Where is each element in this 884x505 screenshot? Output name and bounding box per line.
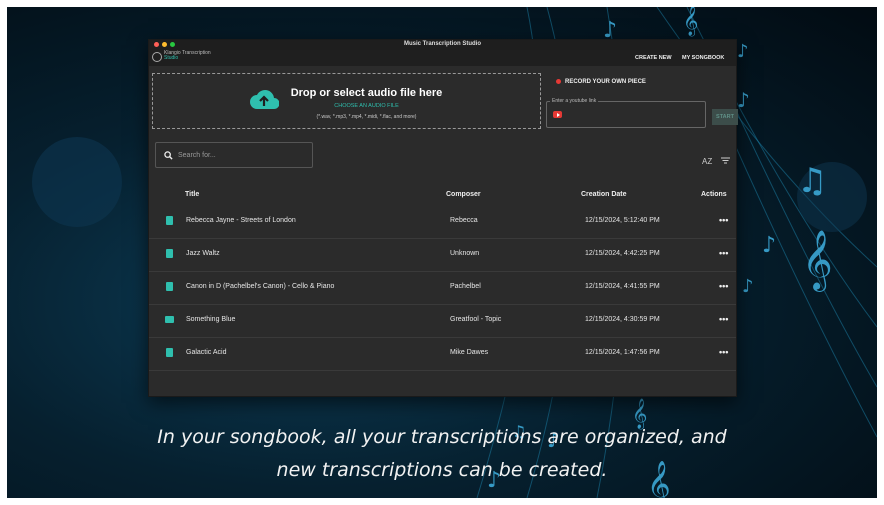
- row-composer: Rebecca: [450, 217, 478, 224]
- my-songbook-button[interactable]: MY SONGBOOK: [682, 55, 724, 61]
- app-window: Music Transcription Studio Klangio Trans…: [148, 39, 738, 397]
- row-date: 12/15/2024, 4:42:25 PM: [585, 250, 660, 257]
- table-row[interactable]: Something Blue Greatfool - Topic 12/15/2…: [149, 305, 736, 338]
- file-icon: [166, 348, 173, 357]
- svg-text:♫: ♫: [797, 161, 827, 201]
- search-icon: [164, 151, 173, 160]
- start-button[interactable]: START: [712, 109, 738, 125]
- brand-name: Klangio Transcription Studio: [164, 51, 211, 61]
- record-dot-icon: [556, 79, 561, 84]
- caption-line-1: In your songbook, all your transcription…: [157, 426, 727, 448]
- window-title: Music Transcription Studio: [403, 41, 481, 47]
- filter-icon[interactable]: [721, 157, 730, 164]
- background-frame: ♪ 𝄞 ♫ 𝄞 ♪ ♪ ♪ ♪ 𝄞 𝄞 ♪ ♫ ♪ Music Transcri…: [7, 7, 877, 498]
- row-composer: Pachelbel: [450, 283, 481, 290]
- row-title: Galactic Acid: [186, 349, 227, 356]
- file-icon: [166, 216, 173, 225]
- svg-text:♪: ♪: [737, 88, 750, 112]
- row-date: 12/15/2024, 1:47:56 PM: [585, 349, 660, 356]
- app-header: Klangio Transcription Studio CREATE NEW …: [149, 50, 736, 66]
- row-title: Jazz Waltz: [186, 250, 220, 257]
- file-icon: [166, 282, 173, 291]
- row-date: 12/15/2024, 4:30:59 PM: [585, 316, 660, 323]
- sort-az-icon[interactable]: AZ: [702, 157, 712, 166]
- svg-text:♪: ♪: [742, 276, 754, 297]
- dropzone-title: Drop or select audio file here: [290, 87, 443, 99]
- record-label: RECORD YOUR OWN PIECE: [565, 79, 646, 86]
- row-composer: Greatfool - Topic: [450, 316, 502, 323]
- row-actions-menu-button[interactable]: •••: [719, 314, 728, 324]
- row-actions-menu-button[interactable]: •••: [719, 281, 728, 291]
- logo-icon: [152, 52, 162, 62]
- row-actions-menu-button[interactable]: •••: [719, 215, 728, 225]
- svg-text:𝄞: 𝄞: [802, 230, 833, 292]
- audio-dropzone[interactable]: Drop or select audio file here CHOOSE AN…: [152, 73, 541, 129]
- header-creation-date[interactable]: Creation Date: [581, 191, 627, 198]
- svg-text:♪: ♪: [737, 41, 749, 62]
- row-date: 12/15/2024, 4:41:55 PM: [585, 283, 660, 290]
- header-actions: Actions: [701, 191, 727, 198]
- table-row[interactable]: Canon in D (Pachelbel's Canon) - Cello &…: [149, 272, 736, 305]
- row-title: Canon in D (Pachelbel's Canon) - Cello &…: [186, 283, 335, 290]
- table-row[interactable]: Galactic Acid Mike Dawes 12/15/2024, 1:4…: [149, 338, 736, 371]
- youtube-link-field[interactable]: Enter a youtube link: [546, 98, 706, 128]
- brand-line-2: Studio: [164, 55, 179, 61]
- row-date: 12/15/2024, 5:12:40 PM: [585, 217, 660, 224]
- file-icon: [166, 249, 173, 258]
- row-composer: Mike Dawes: [450, 349, 489, 356]
- svg-text:♪: ♪: [762, 233, 776, 258]
- table-row[interactable]: Rebecca Jayne - Streets of London Rebecc…: [149, 206, 736, 239]
- row-composer: Unknown: [450, 250, 480, 257]
- supported-formats-text: (*.wav, *.mp3, *.mp4, *.midi, *.flac, an…: [316, 114, 417, 120]
- search-input[interactable]: Search for...: [155, 142, 313, 168]
- row-actions-menu-button[interactable]: •••: [719, 248, 728, 258]
- choose-audio-file-link[interactable]: CHOOSE AN AUDIO FILE: [153, 103, 540, 109]
- table-header: Title Composer Creation Date Actions: [149, 191, 736, 203]
- svg-text:𝄞: 𝄞: [683, 7, 698, 37]
- table-row[interactable]: Jazz Waltz Unknown 12/15/2024, 4:42:25 P…: [149, 239, 736, 272]
- caption-line-2: new transcriptions can be created.: [276, 459, 608, 481]
- row-title: Something Blue: [186, 316, 236, 323]
- youtube-icon: [553, 111, 562, 118]
- row-title: Rebecca Jayne - Streets of London: [186, 217, 296, 224]
- header-composer[interactable]: Composer: [446, 191, 481, 198]
- header-title[interactable]: Title: [185, 191, 199, 198]
- title-bar: Music Transcription Studio: [149, 40, 736, 50]
- create-new-button[interactable]: CREATE NEW: [635, 55, 672, 61]
- record-own-piece-button[interactable]: RECORD YOUR OWN PIECE: [556, 79, 646, 85]
- youtube-link-label: Enter a youtube link: [550, 98, 599, 104]
- video-icon: [165, 316, 174, 323]
- row-actions-menu-button[interactable]: •••: [719, 347, 728, 357]
- search-placeholder: Search for...: [178, 152, 216, 159]
